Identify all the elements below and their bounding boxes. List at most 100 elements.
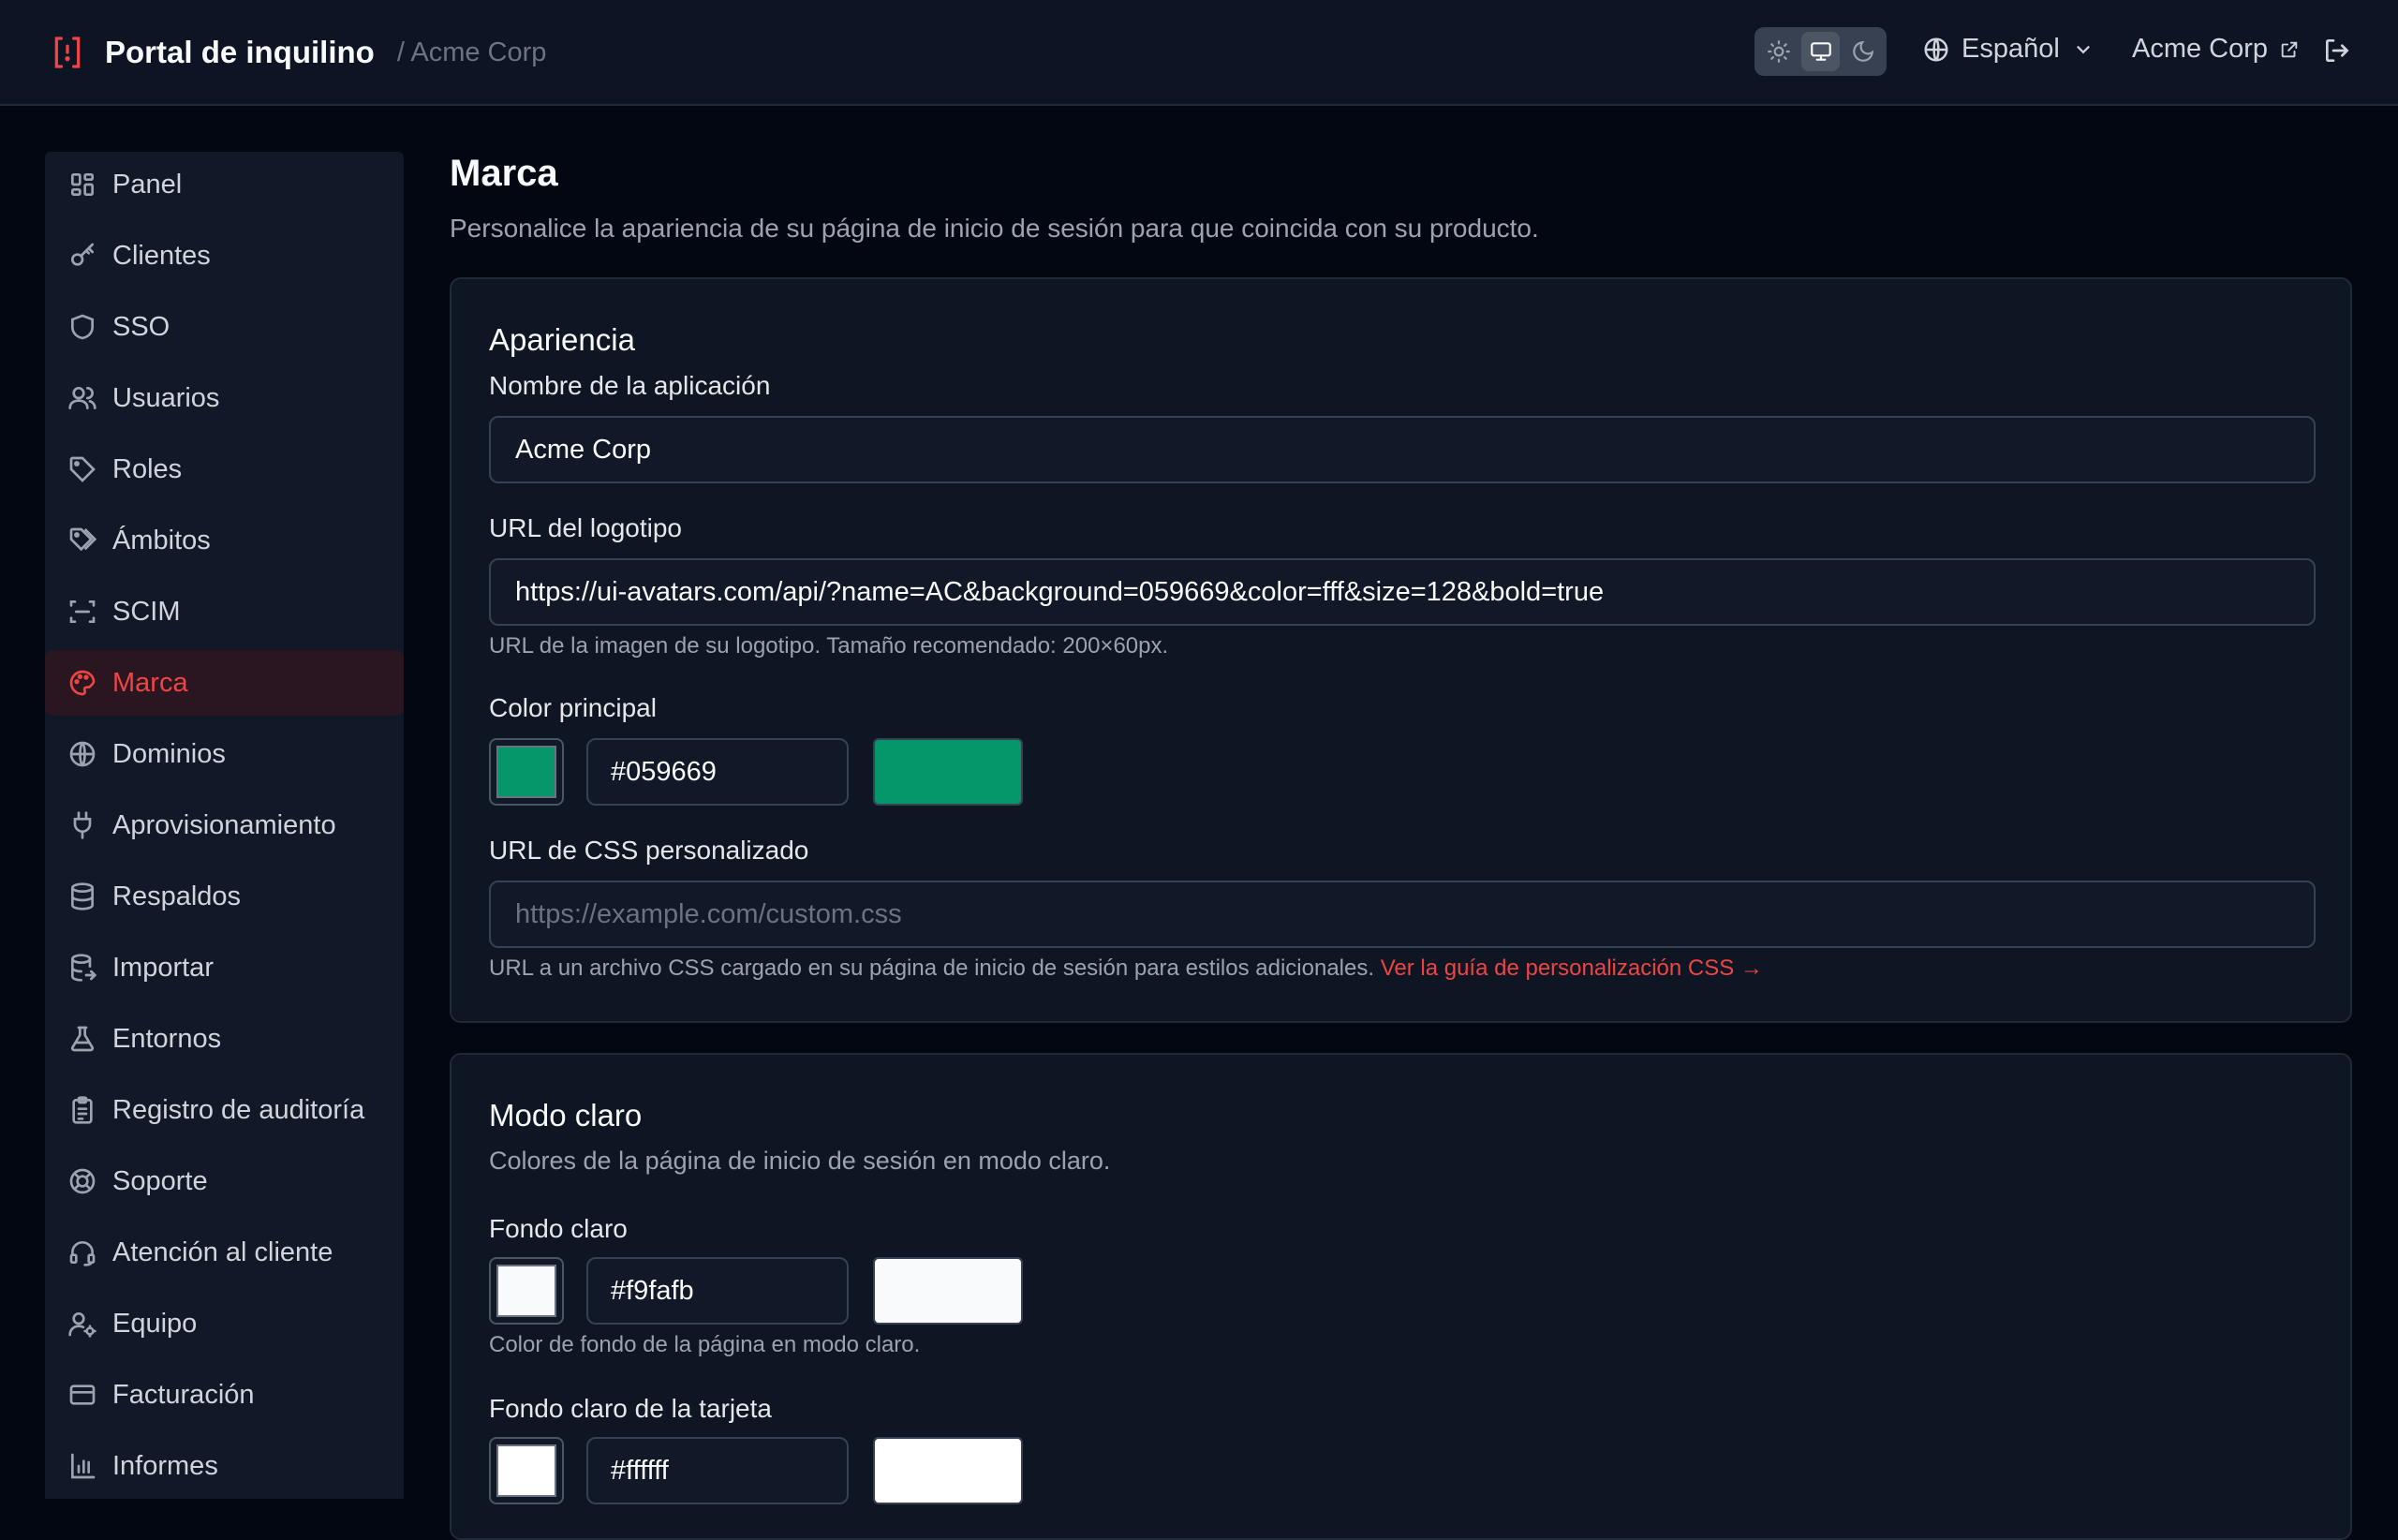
sidebar: Panel Clientes SSO Usuarios Roles Ámbito… — [45, 152, 404, 1499]
external-link-icon — [2281, 41, 2298, 57]
primary-color-preview — [873, 738, 1023, 806]
sidebar-item-label: Equipo — [112, 1308, 198, 1339]
credit-card-icon — [69, 1385, 96, 1405]
primary-color-swatch — [496, 746, 556, 798]
sidebar-item-label: Informes — [112, 1450, 218, 1481]
page-title: Marca — [450, 153, 558, 194]
light-mode-description: Colores de la página de inicio de sesión… — [489, 1147, 1111, 1175]
light-bg-label: Fondo claro — [489, 1214, 628, 1243]
light-mode-card: Modo claro Colores de la página de inici… — [450, 1053, 2352, 1540]
sidebar-item-equipo[interactable]: Equipo — [45, 1291, 404, 1356]
dark-theme-button[interactable] — [1843, 32, 1882, 71]
logo-url-input[interactable]: https://ui-avatars.com/api/?name=AC&back… — [489, 558, 2316, 626]
sidebar-item-aprovisionamiento[interactable]: Aprovisionamiento — [45, 792, 404, 858]
sidebar-item-ambitos[interactable]: Ámbitos — [45, 508, 404, 573]
globe-icon — [1924, 37, 1948, 61]
top-bar: Portal de inquilino / Acme Corp Español — [0, 0, 2398, 106]
shield-icon — [71, 314, 94, 340]
sidebar-item-marca[interactable]: Marca — [45, 650, 404, 716]
system-theme-button[interactable] — [1801, 32, 1840, 71]
sidebar-item-informes[interactable]: Informes — [45, 1433, 404, 1499]
custom-css-label: URL de CSS personalizado — [489, 836, 809, 865]
language-label: Español — [1961, 34, 2060, 64]
sidebar-item-label: Facturación — [112, 1379, 255, 1410]
sidebar-item-panel[interactable]: Panel — [45, 152, 404, 217]
logo-url-label: URL del logotipo — [489, 513, 682, 542]
sidebar-item-importar[interactable]: Importar — [45, 935, 404, 1000]
sidebar-item-label: Registro de auditoría — [112, 1094, 365, 1125]
sidebar-item-label: Aprovisionamiento — [112, 809, 336, 840]
primary-color-hex-input[interactable]: #059669 — [586, 738, 849, 806]
sidebar-item-respaldos[interactable]: Respaldos — [45, 864, 404, 929]
css-guide-link[interactable]: Ver la guía de personalización CSS → — [1381, 955, 1763, 981]
language-selector[interactable]: Español — [1922, 34, 2094, 65]
light-card-bg-color-picker[interactable] — [489, 1437, 564, 1504]
light-card-bg-preview — [873, 1437, 1023, 1504]
sidebar-item-label: Roles — [112, 453, 183, 484]
sun-icon — [1767, 40, 1790, 63]
light-mode-title: Modo claro — [489, 1098, 643, 1133]
bar-chart-icon — [71, 1453, 96, 1479]
globe-icon — [69, 741, 96, 767]
sidebar-item-registro-de-auditoria[interactable]: Registro de auditoría — [45, 1077, 404, 1143]
brand[interactable]: Portal de inquilino / Acme Corp — [49, 34, 546, 71]
database-icon — [71, 882, 94, 911]
database-import-icon — [71, 954, 97, 982]
tenant-link-label: Acme Corp — [2132, 34, 2269, 64]
custom-css-help-text: URL a un archivo CSS cargado en su págin… — [489, 955, 1375, 981]
light-bg-color-picker[interactable] — [489, 1257, 564, 1325]
sidebar-item-clientes[interactable]: Clientes — [45, 223, 404, 289]
primary-color-picker[interactable] — [489, 738, 564, 806]
user-cog-icon — [68, 1312, 96, 1338]
appearance-title: Apariencia — [489, 322, 635, 357]
key-icon — [71, 243, 94, 266]
page-subtitle: Personalice la apariencia de su página d… — [450, 214, 1539, 243]
sidebar-item-atencion-al-cliente[interactable]: Atención al cliente — [45, 1220, 404, 1285]
primary-color-label: Color principal — [489, 693, 657, 722]
brand-logo-icon — [54, 37, 81, 68]
sidebar-item-label: Dominios — [112, 738, 226, 769]
light-bg-hex-input[interactable]: #f9fafb — [586, 1257, 849, 1325]
sidebar-item-facturacion[interactable]: Facturación — [45, 1362, 404, 1428]
sidebar-item-scim[interactable]: SCIM — [45, 579, 404, 644]
app-title: Portal de inquilino — [105, 35, 375, 69]
light-bg-swatch — [496, 1265, 556, 1317]
logout-icon[interactable] — [2322, 36, 2352, 66]
sidebar-item-roles[interactable]: Roles — [45, 437, 404, 502]
sidebar-item-label: Importar — [112, 952, 214, 983]
app-name-label: Nombre de la aplicación — [489, 371, 771, 400]
light-bg-help: Color de fondo de la página en modo clar… — [489, 1332, 921, 1357]
users-icon — [68, 387, 96, 409]
sidebar-item-label: Clientes — [112, 240, 211, 271]
sidebar-item-soporte[interactable]: Soporte — [45, 1148, 404, 1214]
moon-icon — [1852, 40, 1873, 62]
tags-icon — [69, 527, 97, 552]
sidebar-item-entornos[interactable]: Entornos — [45, 1006, 404, 1072]
custom-css-input[interactable]: https://example.com/custom.css — [489, 881, 2316, 948]
sidebar-item-label: Soporte — [112, 1165, 208, 1196]
app-name-input[interactable]: Acme Corp — [489, 416, 2316, 483]
plug-icon — [73, 811, 92, 839]
dashboard-icon — [71, 173, 94, 196]
breadcrumb: / Acme Corp — [396, 37, 547, 67]
sidebar-item-label: Usuarios — [112, 382, 220, 413]
light-bg-preview — [873, 1257, 1023, 1325]
sidebar-item-label: SSO — [112, 311, 170, 342]
flask-icon — [70, 1026, 95, 1052]
light-card-bg-hex-input[interactable]: #ffffff — [586, 1437, 849, 1504]
sidebar-item-dominios[interactable]: Dominios — [45, 721, 404, 787]
tenant-link[interactable]: Acme Corp — [2132, 34, 2300, 65]
scan-icon — [69, 600, 96, 623]
sidebar-item-label: Entornos — [112, 1023, 222, 1054]
sidebar-item-label: Atención al cliente — [112, 1236, 333, 1267]
clipboard-icon — [72, 1096, 93, 1124]
light-card-bg-swatch — [496, 1444, 556, 1497]
sidebar-item-label: Marca — [112, 667, 188, 698]
lifebuoy-icon — [69, 1168, 96, 1194]
sidebar-item-usuarios[interactable]: Usuarios — [45, 365, 404, 431]
sidebar-item-sso[interactable]: SSO — [45, 294, 404, 360]
palette-icon — [69, 670, 96, 696]
tag-icon — [69, 456, 96, 482]
theme-toggle — [1754, 27, 1887, 76]
light-theme-button[interactable] — [1759, 32, 1798, 71]
